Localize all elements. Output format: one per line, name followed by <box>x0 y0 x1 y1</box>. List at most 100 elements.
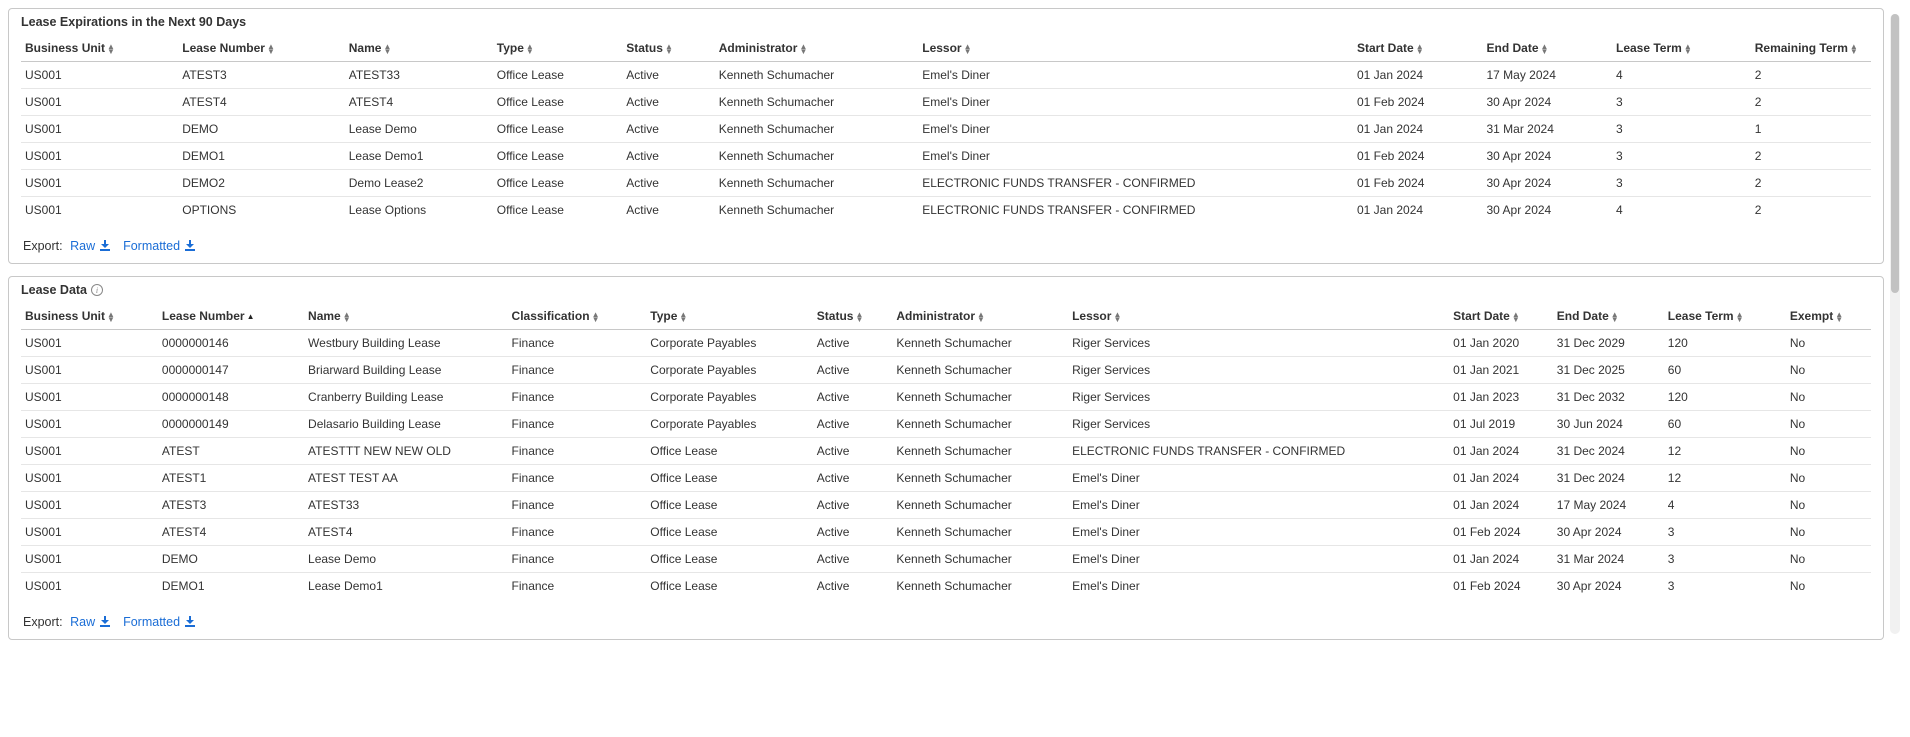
column-header[interactable]: Type▲▼ <box>646 303 813 330</box>
table-cell: US001 <box>21 143 178 170</box>
table-cell: Kenneth Schumacher <box>892 438 1068 465</box>
table-cell: 60 <box>1664 411 1786 438</box>
table-cell: ATEST33 <box>304 492 508 519</box>
table-row[interactable]: US001ATEST4ATEST4FinanceOffice LeaseActi… <box>21 519 1871 546</box>
column-header[interactable]: Start Date▲▼ <box>1353 35 1483 62</box>
table-cell: Cranberry Building Lease <box>304 384 508 411</box>
lease-data-panel: Lease Data i Business Unit▲▼Lease Number… <box>8 276 1884 640</box>
table-row[interactable]: US001DEMOLease DemoOffice LeaseActiveKen… <box>21 116 1871 143</box>
table-cell: No <box>1786 492 1871 519</box>
table-row[interactable]: US0010000000149Delasario Building LeaseF… <box>21 411 1871 438</box>
table-row[interactable]: US001ATEST3ATEST33Office LeaseActiveKenn… <box>21 62 1871 89</box>
table-cell: ATEST4 <box>304 519 508 546</box>
table-row[interactable]: US0010000000146Westbury Building LeaseFi… <box>21 330 1871 357</box>
export-row: Export: Raw Formatted <box>9 223 1883 253</box>
export-formatted-link[interactable]: Formatted <box>123 615 194 629</box>
column-header[interactable]: Type▲▼ <box>493 35 623 62</box>
column-header[interactable]: Remaining Term▲▼ <box>1751 35 1871 62</box>
column-header[interactable]: Lease Term▲▼ <box>1612 35 1751 62</box>
table-cell: Emel's Diner <box>918 116 1353 143</box>
table-cell: 30 Apr 2024 <box>1553 519 1664 546</box>
table-cell: No <box>1786 411 1871 438</box>
table-row[interactable]: US001OPTIONSLease OptionsOffice LeaseAct… <box>21 197 1871 224</box>
table-cell: 31 Dec 2024 <box>1553 465 1664 492</box>
column-header[interactable]: Business Unit▲▼ <box>21 35 178 62</box>
expirations-table: Business Unit▲▼Lease Number▲▼Name▲▼Type▲… <box>21 35 1871 223</box>
table-row[interactable]: US001ATEST1ATEST TEST AAFinanceOffice Le… <box>21 465 1871 492</box>
table-row[interactable]: US001ATESTATESTTT NEW NEW OLDFinanceOffi… <box>21 438 1871 465</box>
table-cell: Emel's Diner <box>1068 465 1449 492</box>
table-cell: 31 Dec 2025 <box>1553 357 1664 384</box>
table-cell: No <box>1786 519 1871 546</box>
table-cell: ATEST1 <box>158 465 304 492</box>
table-cell: US001 <box>21 384 158 411</box>
table-cell: Office Lease <box>646 519 813 546</box>
table-cell: 30 Apr 2024 <box>1483 170 1613 197</box>
table-cell: 01 Jan 2023 <box>1449 384 1553 411</box>
column-header[interactable]: Lease Number▲▼ <box>178 35 345 62</box>
column-header[interactable]: Administrator▲▼ <box>892 303 1068 330</box>
table-row[interactable]: US0010000000147Briarward Building LeaseF… <box>21 357 1871 384</box>
table-cell: 3 <box>1664 546 1786 573</box>
column-header[interactable]: Status▲▼ <box>813 303 893 330</box>
table-cell: ATEST4 <box>158 519 304 546</box>
table-cell: 01 Feb 2024 <box>1353 89 1483 116</box>
column-header[interactable]: End Date▲▼ <box>1483 35 1613 62</box>
column-header[interactable]: Name▲▼ <box>304 303 508 330</box>
export-formatted-link[interactable]: Formatted <box>123 239 194 253</box>
export-raw-link[interactable]: Raw <box>70 239 110 253</box>
column-header[interactable]: Lessor▲▼ <box>918 35 1353 62</box>
table-cell: Demo Lease2 <box>345 170 493 197</box>
column-header[interactable]: Lessor▲▼ <box>1068 303 1449 330</box>
table-cell: 30 Apr 2024 <box>1553 573 1664 600</box>
table-cell: 01 Feb 2024 <box>1449 573 1553 600</box>
table-cell: 30 Apr 2024 <box>1483 197 1613 224</box>
table-cell: Kenneth Schumacher <box>892 573 1068 600</box>
table-cell: 2 <box>1751 89 1871 116</box>
table-row[interactable]: US001ATEST3ATEST33FinanceOffice LeaseAct… <box>21 492 1871 519</box>
table-row[interactable]: US001DEMO1Lease Demo1Office LeaseActiveK… <box>21 143 1871 170</box>
column-header[interactable]: End Date▲▼ <box>1553 303 1664 330</box>
table-cell: 01 Jan 2024 <box>1449 546 1553 573</box>
lease-data-table: Business Unit▲▼Lease Number▲Name▲▼Classi… <box>21 303 1871 599</box>
scrollbar-track[interactable] <box>1890 14 1900 634</box>
column-header[interactable]: Lease Term▲▼ <box>1664 303 1786 330</box>
column-header[interactable]: Lease Number▲ <box>158 303 304 330</box>
table-row[interactable]: US001DEMO2Demo Lease2Office LeaseActiveK… <box>21 170 1871 197</box>
table-row[interactable]: US001DEMO1Lease Demo1FinanceOffice Lease… <box>21 573 1871 600</box>
table-cell: 3 <box>1664 519 1786 546</box>
table-cell: DEMO <box>158 546 304 573</box>
table-cell: Kenneth Schumacher <box>715 143 919 170</box>
table-cell: Active <box>622 116 715 143</box>
table-cell: 0000000148 <box>158 384 304 411</box>
table-cell: Office Lease <box>646 465 813 492</box>
table-cell: US001 <box>21 170 178 197</box>
column-header[interactable]: Start Date▲▼ <box>1449 303 1553 330</box>
table-cell: Kenneth Schumacher <box>892 519 1068 546</box>
table-cell: US001 <box>21 438 158 465</box>
table-row[interactable]: US001ATEST4ATEST4Office LeaseActiveKenne… <box>21 89 1871 116</box>
info-icon[interactable]: i <box>91 284 103 296</box>
column-header[interactable]: Business Unit▲▼ <box>21 303 158 330</box>
table-cell: ELECTRONIC FUNDS TRANSFER - CONFIRMED <box>918 197 1353 224</box>
table-cell: 30 Apr 2024 <box>1483 143 1613 170</box>
table-cell: US001 <box>21 492 158 519</box>
column-header[interactable]: Administrator▲▼ <box>715 35 919 62</box>
column-header[interactable]: Name▲▼ <box>345 35 493 62</box>
column-header[interactable]: Exempt▲▼ <box>1786 303 1871 330</box>
table-cell: 31 Dec 2029 <box>1553 330 1664 357</box>
table-row[interactable]: US001DEMOLease DemoFinanceOffice LeaseAc… <box>21 546 1871 573</box>
table-cell: 01 Jan 2021 <box>1449 357 1553 384</box>
table-cell: 120 <box>1664 330 1786 357</box>
table-cell: 2 <box>1751 170 1871 197</box>
table-cell: 01 Feb 2024 <box>1353 143 1483 170</box>
table-cell: 2 <box>1751 143 1871 170</box>
scrollbar-thumb[interactable] <box>1891 14 1899 293</box>
table-cell: Kenneth Schumacher <box>715 89 919 116</box>
column-header[interactable]: Classification▲▼ <box>508 303 647 330</box>
table-cell: Westbury Building Lease <box>304 330 508 357</box>
export-raw-link[interactable]: Raw <box>70 615 110 629</box>
table-cell: Office Lease <box>493 170 623 197</box>
table-row[interactable]: US0010000000148Cranberry Building LeaseF… <box>21 384 1871 411</box>
column-header[interactable]: Status▲▼ <box>622 35 715 62</box>
